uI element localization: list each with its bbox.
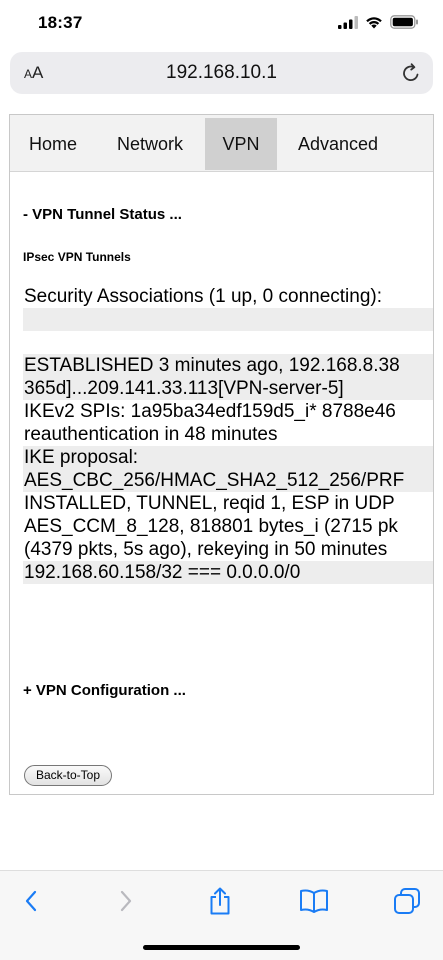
status-line: IKEv2 SPIs: 1a95ba34edf159d5_i* 8788e46: [24, 401, 396, 422]
url-field[interactable]: 192.168.10.1: [10, 62, 433, 84]
back-to-top-button[interactable]: Back-to-Top: [24, 765, 113, 786]
nav-bar: Home Network VPN Advanced: [10, 115, 433, 172]
chevron-right-icon: [120, 890, 132, 912]
battery-icon: [390, 15, 418, 29]
web-page: Home Network VPN Advanced - VPN Tunnel S…: [9, 114, 434, 795]
status-line: ESTABLISHED 3 minutes ago, 192.168.8.38: [23, 354, 433, 377]
status-line: IKE proposal:: [23, 446, 433, 469]
status-line: reauthentication in 48 minutes: [24, 424, 278, 445]
signal-icon: [338, 15, 358, 29]
nav-item-vpn[interactable]: VPN: [205, 118, 277, 170]
address-bar[interactable]: AA 192.168.10.1: [10, 52, 433, 94]
status-line: [23, 308, 433, 331]
book-icon: [300, 889, 328, 913]
status-line: Security Associations (1 up, 0 connectin…: [24, 286, 383, 307]
tabs-icon: [394, 888, 420, 914]
wifi-icon: [366, 16, 382, 28]
status-bar: 18:37: [0, 0, 443, 48]
bookmarks-button[interactable]: [296, 885, 332, 917]
share-button[interactable]: [202, 885, 238, 917]
address-area: AA 192.168.10.1: [0, 48, 443, 106]
chevron-left-icon: [25, 890, 37, 912]
vpn-config-heading[interactable]: + VPN Configuration ...: [23, 682, 186, 699]
tunnel-status-output: Security Associations (1 up, 0 connectin…: [23, 285, 433, 584]
nav-item-advanced[interactable]: Advanced: [284, 118, 392, 170]
status-line: AES_CCM_8_128, 818801 bytes_i (2715 pk: [24, 516, 398, 537]
status-line: AES_CBC_256/HMAC_SHA2_512_256/PRF: [23, 469, 433, 492]
status-line: 365d]...209.141.33.113[VPN-server-5]: [23, 377, 433, 400]
ipsec-heading: IPsec VPN Tunnels: [23, 250, 131, 264]
tabs-button[interactable]: [389, 885, 425, 917]
share-icon: [210, 887, 230, 915]
nav-item-home[interactable]: Home: [10, 118, 96, 170]
back-button[interactable]: [13, 885, 49, 917]
status-icons: [338, 15, 419, 29]
status-time: 18:37: [38, 13, 83, 32]
status-line: INSTALLED, TUNNEL, reqid 1, ESP in UDP: [24, 493, 395, 514]
forward-button[interactable]: [108, 885, 144, 917]
tunnel-status-heading[interactable]: - VPN Tunnel Status ...: [23, 206, 182, 223]
status-line: [23, 331, 433, 354]
status-line: (4379 pkts, 5s ago), rekeying in 50 minu…: [24, 539, 388, 560]
reload-icon[interactable]: [399, 61, 423, 85]
nav-item-network[interactable]: Network: [102, 118, 198, 170]
home-indicator: [143, 945, 300, 950]
status-line: 192.168.60.158/32 === 0.0.0.0/0: [23, 561, 433, 584]
